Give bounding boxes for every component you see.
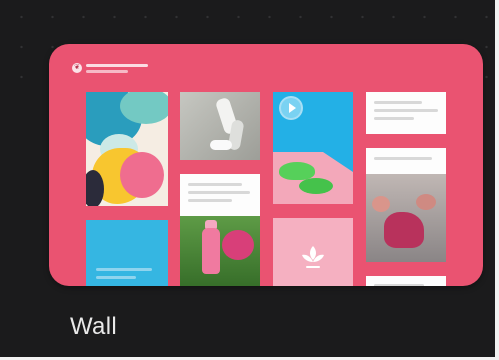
text-tile: [180, 174, 260, 216]
text-tile: [366, 276, 446, 286]
leaf-logo-icon: ❦: [72, 63, 82, 73]
leaf-icon: [302, 246, 324, 268]
blue-text-tile: [86, 220, 168, 286]
runner-photo-tile: [180, 92, 260, 160]
sneaker-lacing-photo-tile: [366, 174, 446, 262]
brand-subtitle-line: [86, 70, 128, 73]
template-preview-panel: ❦ Wall: [0, 0, 499, 360]
play-icon: [281, 98, 301, 118]
abstract-art-tile: [86, 92, 168, 206]
water-bottle-photo-tile: [180, 216, 260, 286]
leaf-logo-tile: [273, 218, 353, 286]
template-name-label: Wall: [70, 313, 117, 340]
brand-header: ❦: [72, 61, 162, 75]
wall-template-card[interactable]: ❦: [49, 44, 483, 286]
brand-title-line: [86, 64, 148, 67]
text-tile: [366, 148, 446, 174]
text-tile: [366, 92, 446, 134]
